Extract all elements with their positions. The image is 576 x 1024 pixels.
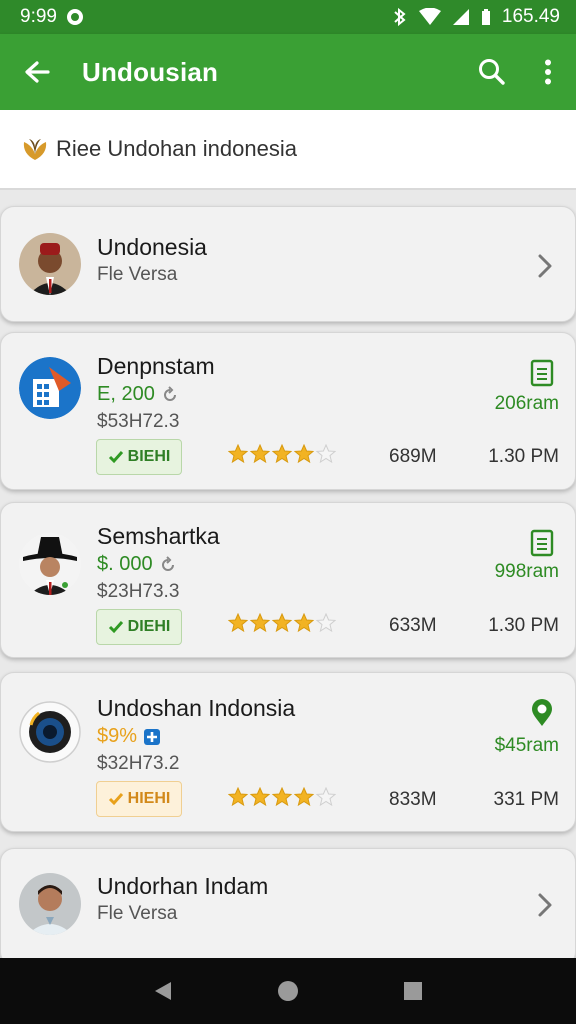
man-fez-avatar <box>19 233 81 295</box>
star-filled-icon <box>294 444 314 464</box>
battery-icon <box>481 9 490 25</box>
nav-home-button[interactable] <box>258 958 318 1024</box>
item-distance: 998ram <box>494 561 559 582</box>
document-icon <box>530 529 554 557</box>
nav-back-icon <box>154 982 171 1000</box>
star-filled-icon <box>272 613 292 633</box>
page-title: Undousian <box>82 56 219 87</box>
star-empty-icon <box>316 444 336 464</box>
item-name: Undorhan Indam <box>97 873 269 899</box>
star-rating <box>228 444 336 464</box>
item-size: 633M <box>389 615 437 636</box>
star-filled-icon <box>228 787 248 807</box>
status-badge[interactable]: BIEHI <box>96 439 182 475</box>
star-filled-icon <box>228 613 248 633</box>
refresh-icon <box>161 555 174 571</box>
item-price-text: $. 000 <box>97 553 153 575</box>
back-button[interactable] <box>0 34 74 110</box>
item-code: $32H73.2 <box>97 753 180 774</box>
more-options-button[interactable] <box>520 34 576 110</box>
check-icon <box>108 451 123 464</box>
item-distance: $45ram <box>494 735 559 756</box>
notification-dot-icon <box>66 9 83 25</box>
star-filled-icon <box>250 613 270 633</box>
item-time: 331 PM <box>493 789 559 810</box>
leaf-icon <box>23 139 47 160</box>
check-icon <box>108 621 123 634</box>
item-distance: 206ram <box>494 393 559 414</box>
star-filled-icon <box>272 444 292 464</box>
item-name: Semshartka <box>97 523 220 549</box>
nav-recent-button[interactable] <box>383 958 443 1024</box>
star-empty-icon <box>316 613 336 633</box>
status-bar: 9:99 165.49 <box>0 0 576 34</box>
man-hat-avatar <box>19 533 81 595</box>
list-item[interactable]: Denpnstam E, 200 $53H72.3 BIEHI 689M 1.3… <box>0 332 576 490</box>
item-subtitle: Fle Versa <box>97 903 178 924</box>
item-price: $. 000 <box>97 553 177 576</box>
app-bar: Undousian <box>0 34 576 110</box>
status-badge[interactable]: DIEHI <box>96 609 182 645</box>
item-price-text: $9% <box>97 725 138 747</box>
list-item[interactable]: Undorhan Indam Fle Versa <box>0 848 576 966</box>
search-icon <box>479 59 505 85</box>
star-filled-icon <box>250 444 270 464</box>
star-rating <box>228 613 336 633</box>
camera-lens-icon <box>19 701 81 763</box>
nav-recent-icon <box>404 982 423 1000</box>
item-name: Undonesia <box>97 234 207 260</box>
item-code: $53H72.3 <box>97 411 180 432</box>
star-filled-icon <box>250 787 270 807</box>
item-subtitle: Fle Versa <box>97 264 178 285</box>
item-price: $9% <box>97 725 161 748</box>
star-filled-icon <box>272 787 292 807</box>
arrow-left-icon <box>25 61 50 83</box>
star-empty-icon <box>316 787 336 807</box>
badge-label: DIEHI <box>127 618 171 635</box>
plus-square-icon <box>144 728 161 745</box>
check-icon <box>108 793 123 806</box>
item-price-text: E, 200 <box>97 383 155 405</box>
item-time: 1.30 PM <box>488 446 559 467</box>
list-item[interactable]: Semshartka $. 000 $23H73.3 DIEHI 633M 1.… <box>0 502 576 658</box>
list-item[interactable]: Undonesia Fle Versa <box>0 206 576 322</box>
item-price: E, 200 <box>97 383 179 406</box>
location-pin-icon <box>532 699 552 726</box>
nav-back-button[interactable] <box>133 958 193 1024</box>
wifi-icon <box>418 8 441 25</box>
chevron-right-icon <box>538 893 552 917</box>
sub-header: Riee Undohan indonesia <box>0 110 576 190</box>
item-size: 833M <box>389 789 437 810</box>
status-badge[interactable]: HIEHI <box>96 781 182 817</box>
battery-text: 165.49 <box>501 6 560 27</box>
item-size: 689M <box>389 446 437 467</box>
search-button[interactable] <box>464 34 520 110</box>
more-vert-icon <box>545 59 551 85</box>
status-time: 9:99 <box>20 6 57 27</box>
building-app-icon <box>19 357 81 419</box>
navigation-bar <box>0 958 576 1024</box>
document-icon <box>530 359 554 387</box>
badge-label: HIEHI <box>127 790 171 807</box>
item-code: $23H73.3 <box>97 581 180 602</box>
bluetooth-icon <box>394 7 406 27</box>
star-filled-icon <box>294 787 314 807</box>
item-name: Undoshan Indonsia <box>97 695 296 721</box>
star-filled-icon <box>294 613 314 633</box>
chevron-right-icon <box>538 254 552 278</box>
sub-header-text: Riee Undohan indonesia <box>56 136 297 161</box>
star-filled-icon <box>228 444 248 464</box>
refresh-icon <box>163 385 176 401</box>
item-name: Denpnstam <box>97 353 215 379</box>
badge-label: BIEHI <box>127 448 171 465</box>
star-rating <box>228 787 336 807</box>
man-avatar <box>19 873 81 935</box>
signal-icon <box>452 9 469 25</box>
list-item[interactable]: Undoshan Indonsia $9% $32H73.2 HIEHI 833… <box>0 672 576 832</box>
item-time: 1.30 PM <box>488 615 559 636</box>
nav-home-icon <box>277 981 298 1001</box>
